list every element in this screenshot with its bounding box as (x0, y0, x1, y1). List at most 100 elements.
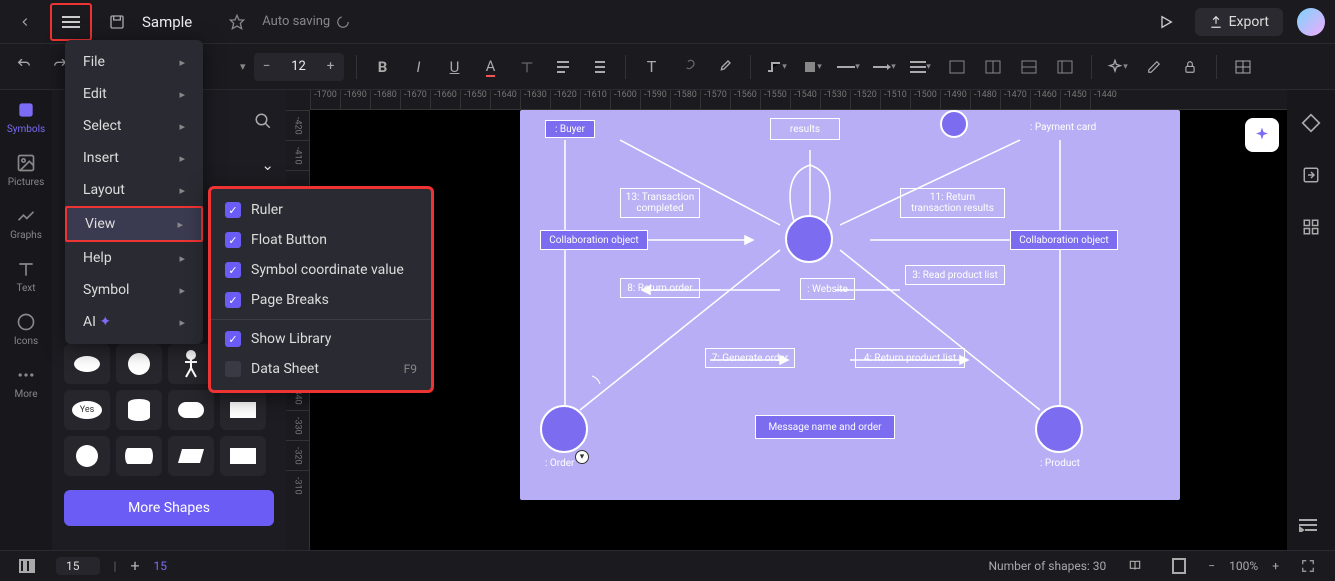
view-float-button[interactable]: ✓Float Button (211, 225, 431, 255)
arrow-style-button[interactable]: ▾ (871, 53, 899, 81)
layout-2-button[interactable] (979, 53, 1007, 81)
edit-tool[interactable] (1140, 53, 1168, 81)
font-color-button[interactable]: A (477, 53, 505, 81)
play-button[interactable] (1151, 7, 1181, 37)
font-size-control[interactable]: − 12 + (254, 53, 344, 81)
menu-item-help[interactable]: Help▸ (65, 242, 203, 274)
font-size-increase[interactable]: + (318, 53, 344, 81)
shape-circle[interactable] (116, 344, 162, 384)
save-icon[interactable] (102, 7, 132, 37)
zoom-out[interactable]: − (1208, 559, 1215, 573)
shape-cylinder-h[interactable] (116, 436, 162, 476)
right-shape-tool[interactable] (1296, 108, 1326, 138)
canvas[interactable]: : Buyer results : Payment card 13: Trans… (310, 110, 1287, 550)
layout-3-button[interactable] (1015, 53, 1043, 81)
node-gen-order[interactable]: 7: Generate order (705, 348, 795, 368)
menu-item-ai[interactable]: AI ✦▸ (65, 306, 203, 338)
view-data-sheet[interactable]: ✓Data SheetF9 (211, 354, 431, 384)
grid-button[interactable] (1229, 53, 1257, 81)
view-symbol-coordinate-value[interactable]: ✓Symbol coordinate value (211, 255, 431, 285)
right-grid-tool[interactable] (1296, 212, 1326, 242)
node-return-list[interactable]: 4: Return product list (855, 348, 965, 368)
node-msg-name[interactable]: Message name and order (755, 415, 895, 439)
undo-button[interactable] (10, 53, 38, 81)
line-style-button[interactable]: ▾ (835, 53, 863, 81)
book-icon[interactable] (1120, 551, 1150, 581)
shape-round-rect[interactable] (168, 390, 214, 430)
underline-button[interactable]: U (441, 53, 469, 81)
node-collab2[interactable]: Collaboration object (1010, 230, 1118, 250)
search-icon[interactable] (254, 112, 272, 130)
text-tool[interactable] (513, 53, 541, 81)
rail-text[interactable]: Text (16, 259, 36, 294)
shape-rect-3[interactable] (220, 436, 266, 476)
plus-page-button[interactable]: + (130, 556, 139, 575)
page-number-box[interactable]: 15 (56, 557, 100, 575)
italic-button[interactable]: I (405, 53, 433, 81)
shape-yes[interactable]: Yes (64, 390, 110, 430)
lock-button[interactable] (1176, 53, 1204, 81)
menu-item-layout[interactable]: Layout▸ (65, 174, 203, 206)
connector-button[interactable]: ▾ (763, 53, 791, 81)
avatar[interactable] (1297, 8, 1325, 36)
fullscreen-button[interactable] (1293, 551, 1323, 581)
layout-toggle[interactable] (12, 551, 42, 581)
node-circle-order[interactable] (540, 405, 588, 453)
node-buyer[interactable]: : Buyer (545, 120, 595, 138)
fill-button[interactable]: ▾ (799, 53, 827, 81)
view-ruler[interactable]: ✓Ruler (211, 195, 431, 225)
node-circle-center[interactable] (785, 215, 833, 263)
node-read-list[interactable]: 3: Read product list (905, 265, 1005, 285)
ai-sparkle-button[interactable] (1245, 118, 1279, 152)
font-dropdown-arrow[interactable]: ▾ (240, 60, 246, 73)
node-return-trans[interactable]: 11: Return transaction results (900, 188, 1005, 218)
node-circle-product[interactable] (1035, 405, 1083, 453)
hamburger-menu[interactable] (56, 7, 86, 37)
shape-cylinder[interactable] (116, 390, 162, 430)
rail-symbols[interactable]: Symbols (7, 100, 45, 135)
more-shapes-button[interactable]: More Shapes (64, 490, 274, 526)
layout-4-button[interactable] (1051, 53, 1079, 81)
text-insert-button[interactable]: T (638, 53, 666, 81)
bold-button[interactable]: B (369, 53, 397, 81)
link-button[interactable] (674, 53, 702, 81)
align-button[interactable] (549, 53, 577, 81)
node-payment[interactable]: : Payment card (1030, 122, 1096, 133)
rail-pictures[interactable]: Pictures (8, 153, 45, 188)
collapse-panel-button[interactable] (1293, 510, 1323, 540)
shape-ellipse[interactable] (64, 344, 110, 384)
view-page-breaks[interactable]: ✓Page Breaks (211, 285, 431, 315)
menu-item-edit[interactable]: Edit▸ (65, 78, 203, 110)
export-button[interactable]: Export (1195, 8, 1283, 36)
font-size-decrease[interactable]: − (254, 53, 280, 81)
node-results[interactable]: results (770, 118, 840, 140)
menu-item-view[interactable]: View▸ (65, 206, 203, 242)
node-return-order[interactable]: 8: Return order (620, 278, 700, 298)
menu-item-insert[interactable]: Insert▸ (65, 142, 203, 174)
line-spacing-button[interactable] (585, 53, 613, 81)
node-collab1[interactable]: Collaboration object (540, 230, 648, 250)
menu-item-file[interactable]: File▸ (65, 46, 203, 78)
view-show-library[interactable]: ✓Show Library (211, 324, 431, 354)
star-icon[interactable] (222, 7, 252, 37)
node-trans-complete[interactable]: 13: Transaction completed (620, 188, 700, 218)
shape-circle-2[interactable] (64, 436, 110, 476)
brush-button[interactable] (710, 53, 738, 81)
node-circle-top[interactable] (940, 110, 968, 138)
shape-rect-2[interactable] (220, 390, 266, 430)
sparkle-tool[interactable]: ▾ (1104, 53, 1132, 81)
menu-item-symbol[interactable]: Symbol▸ (65, 274, 203, 306)
page-view-icon[interactable] (1164, 551, 1194, 581)
zoom-in[interactable]: + (1272, 559, 1279, 573)
back-button[interactable] (10, 7, 40, 37)
node-website[interactable]: : Website (800, 278, 855, 300)
rail-more[interactable]: More (14, 365, 37, 400)
rail-icons[interactable]: Icons (14, 312, 38, 347)
handle-icon[interactable]: ▾ (575, 450, 589, 464)
layout-1-button[interactable] (943, 53, 971, 81)
menu-item-select[interactable]: Select▸ (65, 110, 203, 142)
rail-graphs[interactable]: Graphs (10, 206, 42, 241)
shape-parallelogram[interactable] (168, 436, 214, 476)
diagram-page[interactable]: : Buyer results : Payment card 13: Trans… (520, 110, 1180, 500)
list-button[interactable]: ▾ (907, 53, 935, 81)
